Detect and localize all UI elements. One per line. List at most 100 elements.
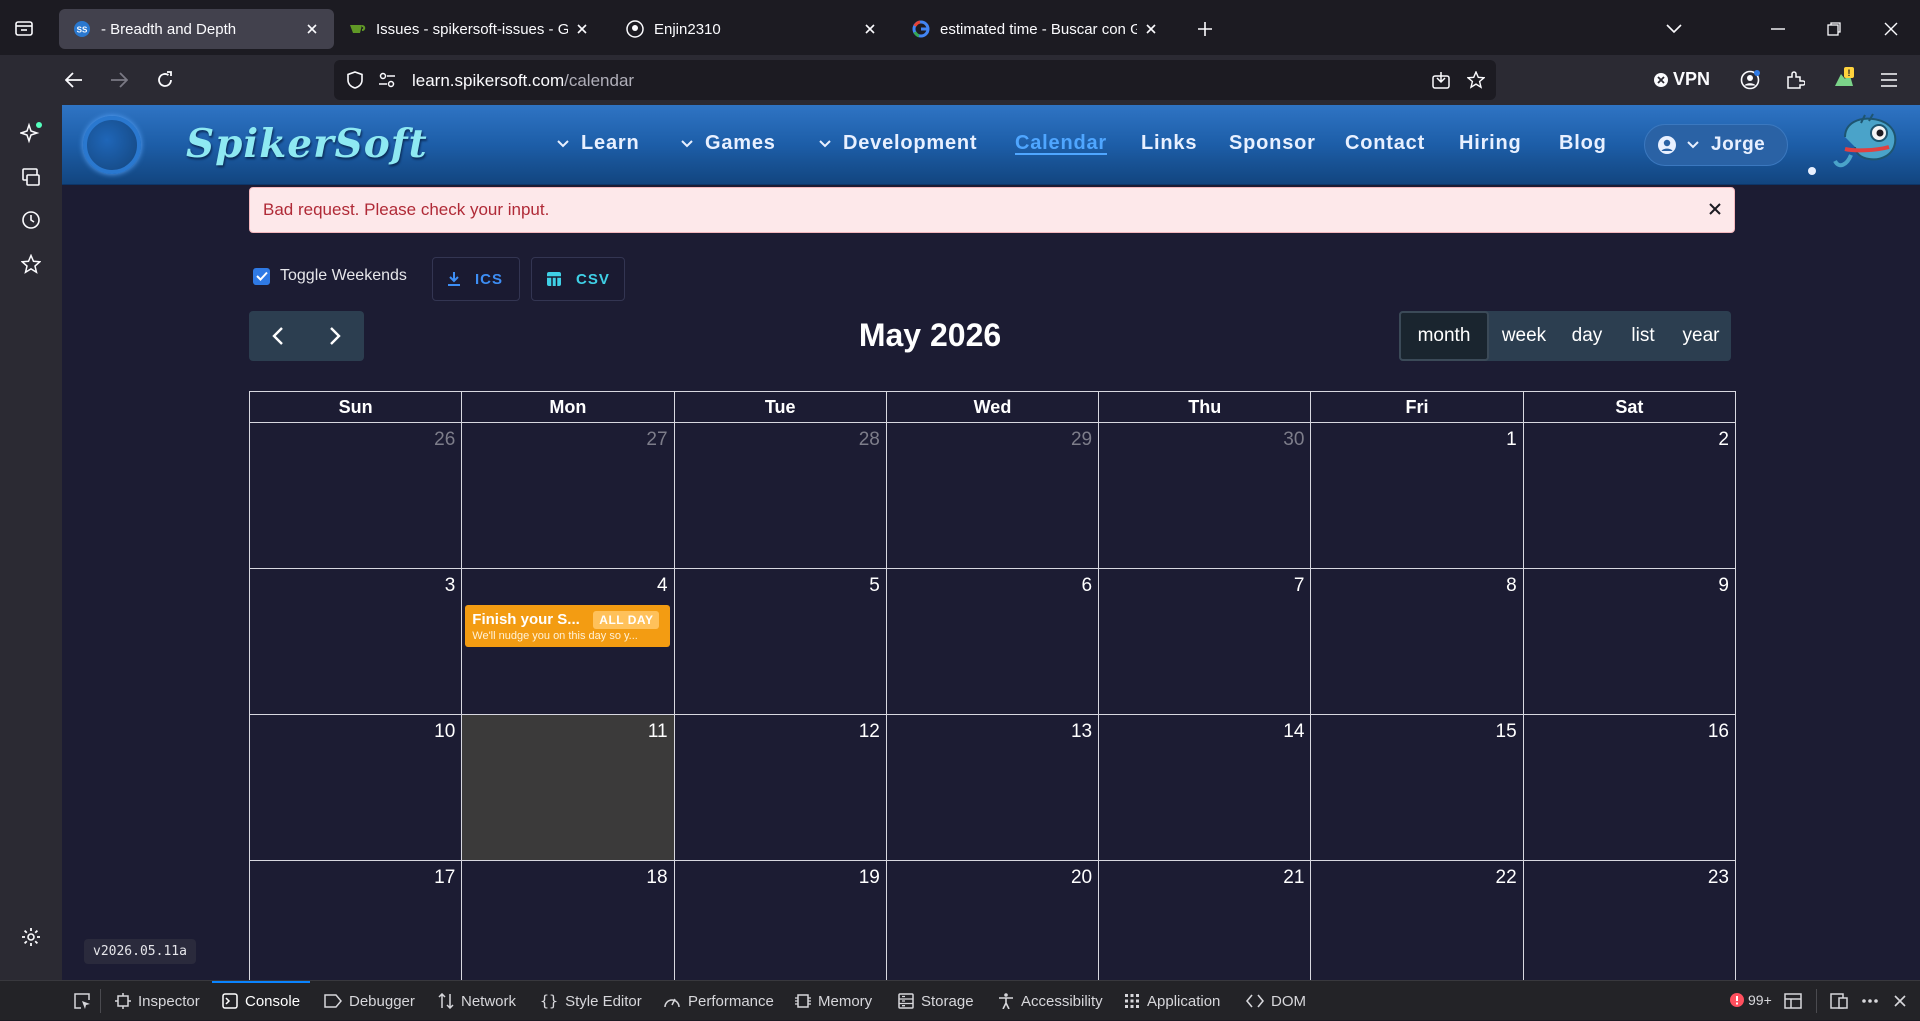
- day-number[interactable]: 30: [1283, 429, 1304, 451]
- day-number[interactable]: 29: [1071, 429, 1092, 451]
- day-number[interactable]: 17: [434, 867, 455, 889]
- day-cell[interactable]: 6: [886, 569, 1100, 715]
- site-info-icon[interactable]: [376, 69, 398, 91]
- devtools-tab-console[interactable]: Console: [211, 981, 311, 1021]
- nav-links[interactable]: Links: [1141, 132, 1197, 155]
- browser-tab-1[interactable]: Issues - spikersoft-issues - Gitea: [334, 9, 604, 49]
- day-cell[interactable]: 18: [462, 861, 675, 980]
- view-week-button[interactable]: week: [1489, 311, 1559, 361]
- extensions-icon[interactable]: [1783, 68, 1807, 92]
- day-cell-today[interactable]: 11: [462, 715, 675, 861]
- day-cell[interactable]: 29: [886, 423, 1100, 569]
- url-bar[interactable]: learn.spikersoft.com/calendar: [334, 60, 1496, 100]
- day-number[interactable]: 13: [1071, 721, 1092, 743]
- day-cell[interactable]: 16: [1523, 715, 1736, 861]
- bookmarks-icon[interactable]: [19, 252, 43, 276]
- day-cell[interactable]: 4 Finish your S... ALL DAY We'll nudge y…: [462, 569, 675, 715]
- close-alert-icon[interactable]: [1708, 202, 1722, 216]
- nav-calendar[interactable]: Calendar: [1015, 132, 1107, 155]
- day-cell[interactable]: 10: [250, 715, 463, 861]
- back-icon[interactable]: [62, 68, 86, 92]
- day-number[interactable]: 26: [434, 429, 455, 451]
- day-number[interactable]: 5: [869, 575, 880, 597]
- devtools-tab-application[interactable]: Application: [1124, 981, 1220, 1021]
- devtools-tab-memory[interactable]: Memory: [795, 981, 872, 1021]
- day-cell[interactable]: 9: [1523, 569, 1736, 715]
- site-brand[interactable]: SpikerSoft: [186, 121, 428, 167]
- day-number[interactable]: 12: [859, 721, 880, 743]
- nav-contact[interactable]: Contact: [1345, 132, 1425, 155]
- browser-tab-2[interactable]: Enjin2310: [612, 9, 892, 49]
- day-number[interactable]: 2: [1718, 429, 1729, 451]
- ai-chatbot-icon[interactable]: [19, 121, 43, 145]
- nav-sponsor[interactable]: Sponsor: [1229, 132, 1316, 155]
- restore-icon[interactable]: [1822, 17, 1846, 41]
- list-all-tabs-icon[interactable]: [1662, 17, 1686, 41]
- day-cell[interactable]: 20: [887, 861, 1100, 980]
- toggle-weekends[interactable]: Toggle Weekends: [253, 267, 407, 285]
- day-cell[interactable]: 8: [1311, 569, 1524, 715]
- element-picker-icon[interactable]: [72, 991, 92, 1011]
- more-options-icon[interactable]: [1860, 991, 1880, 1011]
- responsive-design-icon[interactable]: [1829, 991, 1849, 1011]
- close-tab-icon[interactable]: [574, 21, 590, 37]
- day-cell[interactable]: 27: [462, 423, 675, 569]
- devtools-tab-network[interactable]: Network: [438, 981, 516, 1021]
- day-number[interactable]: 7: [1294, 575, 1305, 597]
- new-tab-icon[interactable]: [1193, 17, 1217, 41]
- account-icon[interactable]: [1738, 68, 1762, 92]
- close-window-icon[interactable]: [1879, 17, 1903, 41]
- day-number[interactable]: 23: [1708, 867, 1729, 889]
- day-cell[interactable]: 13: [886, 715, 1100, 861]
- site-logo-icon[interactable]: [83, 116, 141, 174]
- day-cell[interactable]: 22: [1311, 861, 1524, 980]
- day-cell[interactable]: 30: [1099, 423, 1312, 569]
- split-console-icon[interactable]: [1783, 991, 1803, 1011]
- close-tab-icon[interactable]: [862, 21, 878, 37]
- day-number[interactable]: 15: [1496, 721, 1517, 743]
- day-number[interactable]: 4: [657, 575, 668, 597]
- browser-tab-3[interactable]: estimated time - Buscar con Google: [898, 9, 1173, 49]
- user-menu-button[interactable]: Jorge: [1644, 124, 1788, 166]
- error-count-badge[interactable]: 99+: [1730, 992, 1772, 1008]
- history-icon[interactable]: [19, 208, 43, 232]
- save-page-icon[interactable]: [1430, 69, 1452, 91]
- forward-icon[interactable]: [107, 68, 131, 92]
- day-number[interactable]: 16: [1708, 721, 1729, 743]
- day-number[interactable]: 3: [445, 575, 456, 597]
- devtools-tab-inspector[interactable]: Inspector: [115, 981, 200, 1021]
- minimize-icon[interactable]: [1766, 17, 1790, 41]
- close-tab-icon[interactable]: [1143, 21, 1159, 37]
- day-number[interactable]: 6: [1082, 575, 1093, 597]
- nav-learn[interactable]: Learn: [557, 132, 639, 155]
- view-year-button[interactable]: year: [1671, 311, 1731, 361]
- day-cell[interactable]: 7: [1099, 569, 1312, 715]
- menu-icon[interactable]: [1877, 68, 1901, 92]
- reload-icon[interactable]: [153, 68, 177, 92]
- day-number[interactable]: 28: [859, 429, 880, 451]
- close-tab-icon[interactable]: [304, 21, 320, 37]
- view-day-button[interactable]: day: [1559, 311, 1615, 361]
- day-number[interactable]: 22: [1496, 867, 1517, 889]
- day-number[interactable]: 19: [859, 867, 880, 889]
- next-month-button[interactable]: [306, 311, 363, 361]
- devtools-tab-style-editor[interactable]: {} Style Editor: [540, 981, 642, 1021]
- day-cell[interactable]: 1: [1311, 423, 1524, 569]
- day-number[interactable]: 11: [648, 721, 668, 743]
- bookmark-star-icon[interactable]: [1465, 69, 1487, 91]
- extension-warning-icon[interactable]: !: [1830, 65, 1858, 93]
- tab-overview-icon[interactable]: [12, 16, 36, 40]
- prev-month-button[interactable]: [249, 311, 306, 361]
- devtools-tab-performance[interactable]: Performance: [663, 981, 774, 1021]
- devtools-tab-dom[interactable]: DOM: [1246, 981, 1306, 1021]
- nav-games[interactable]: Games: [681, 132, 776, 155]
- export-csv-button[interactable]: CSV: [531, 257, 625, 301]
- day-number[interactable]: 21: [1283, 867, 1304, 889]
- day-number[interactable]: 20: [1071, 867, 1092, 889]
- day-number[interactable]: 8: [1506, 575, 1517, 597]
- browser-tab-0[interactable]: SS - Breadth and Depth: [59, 9, 334, 49]
- view-month-button[interactable]: month: [1399, 311, 1489, 361]
- day-number[interactable]: 27: [646, 429, 667, 451]
- day-cell[interactable]: 19: [675, 861, 887, 980]
- day-number[interactable]: 18: [646, 867, 667, 889]
